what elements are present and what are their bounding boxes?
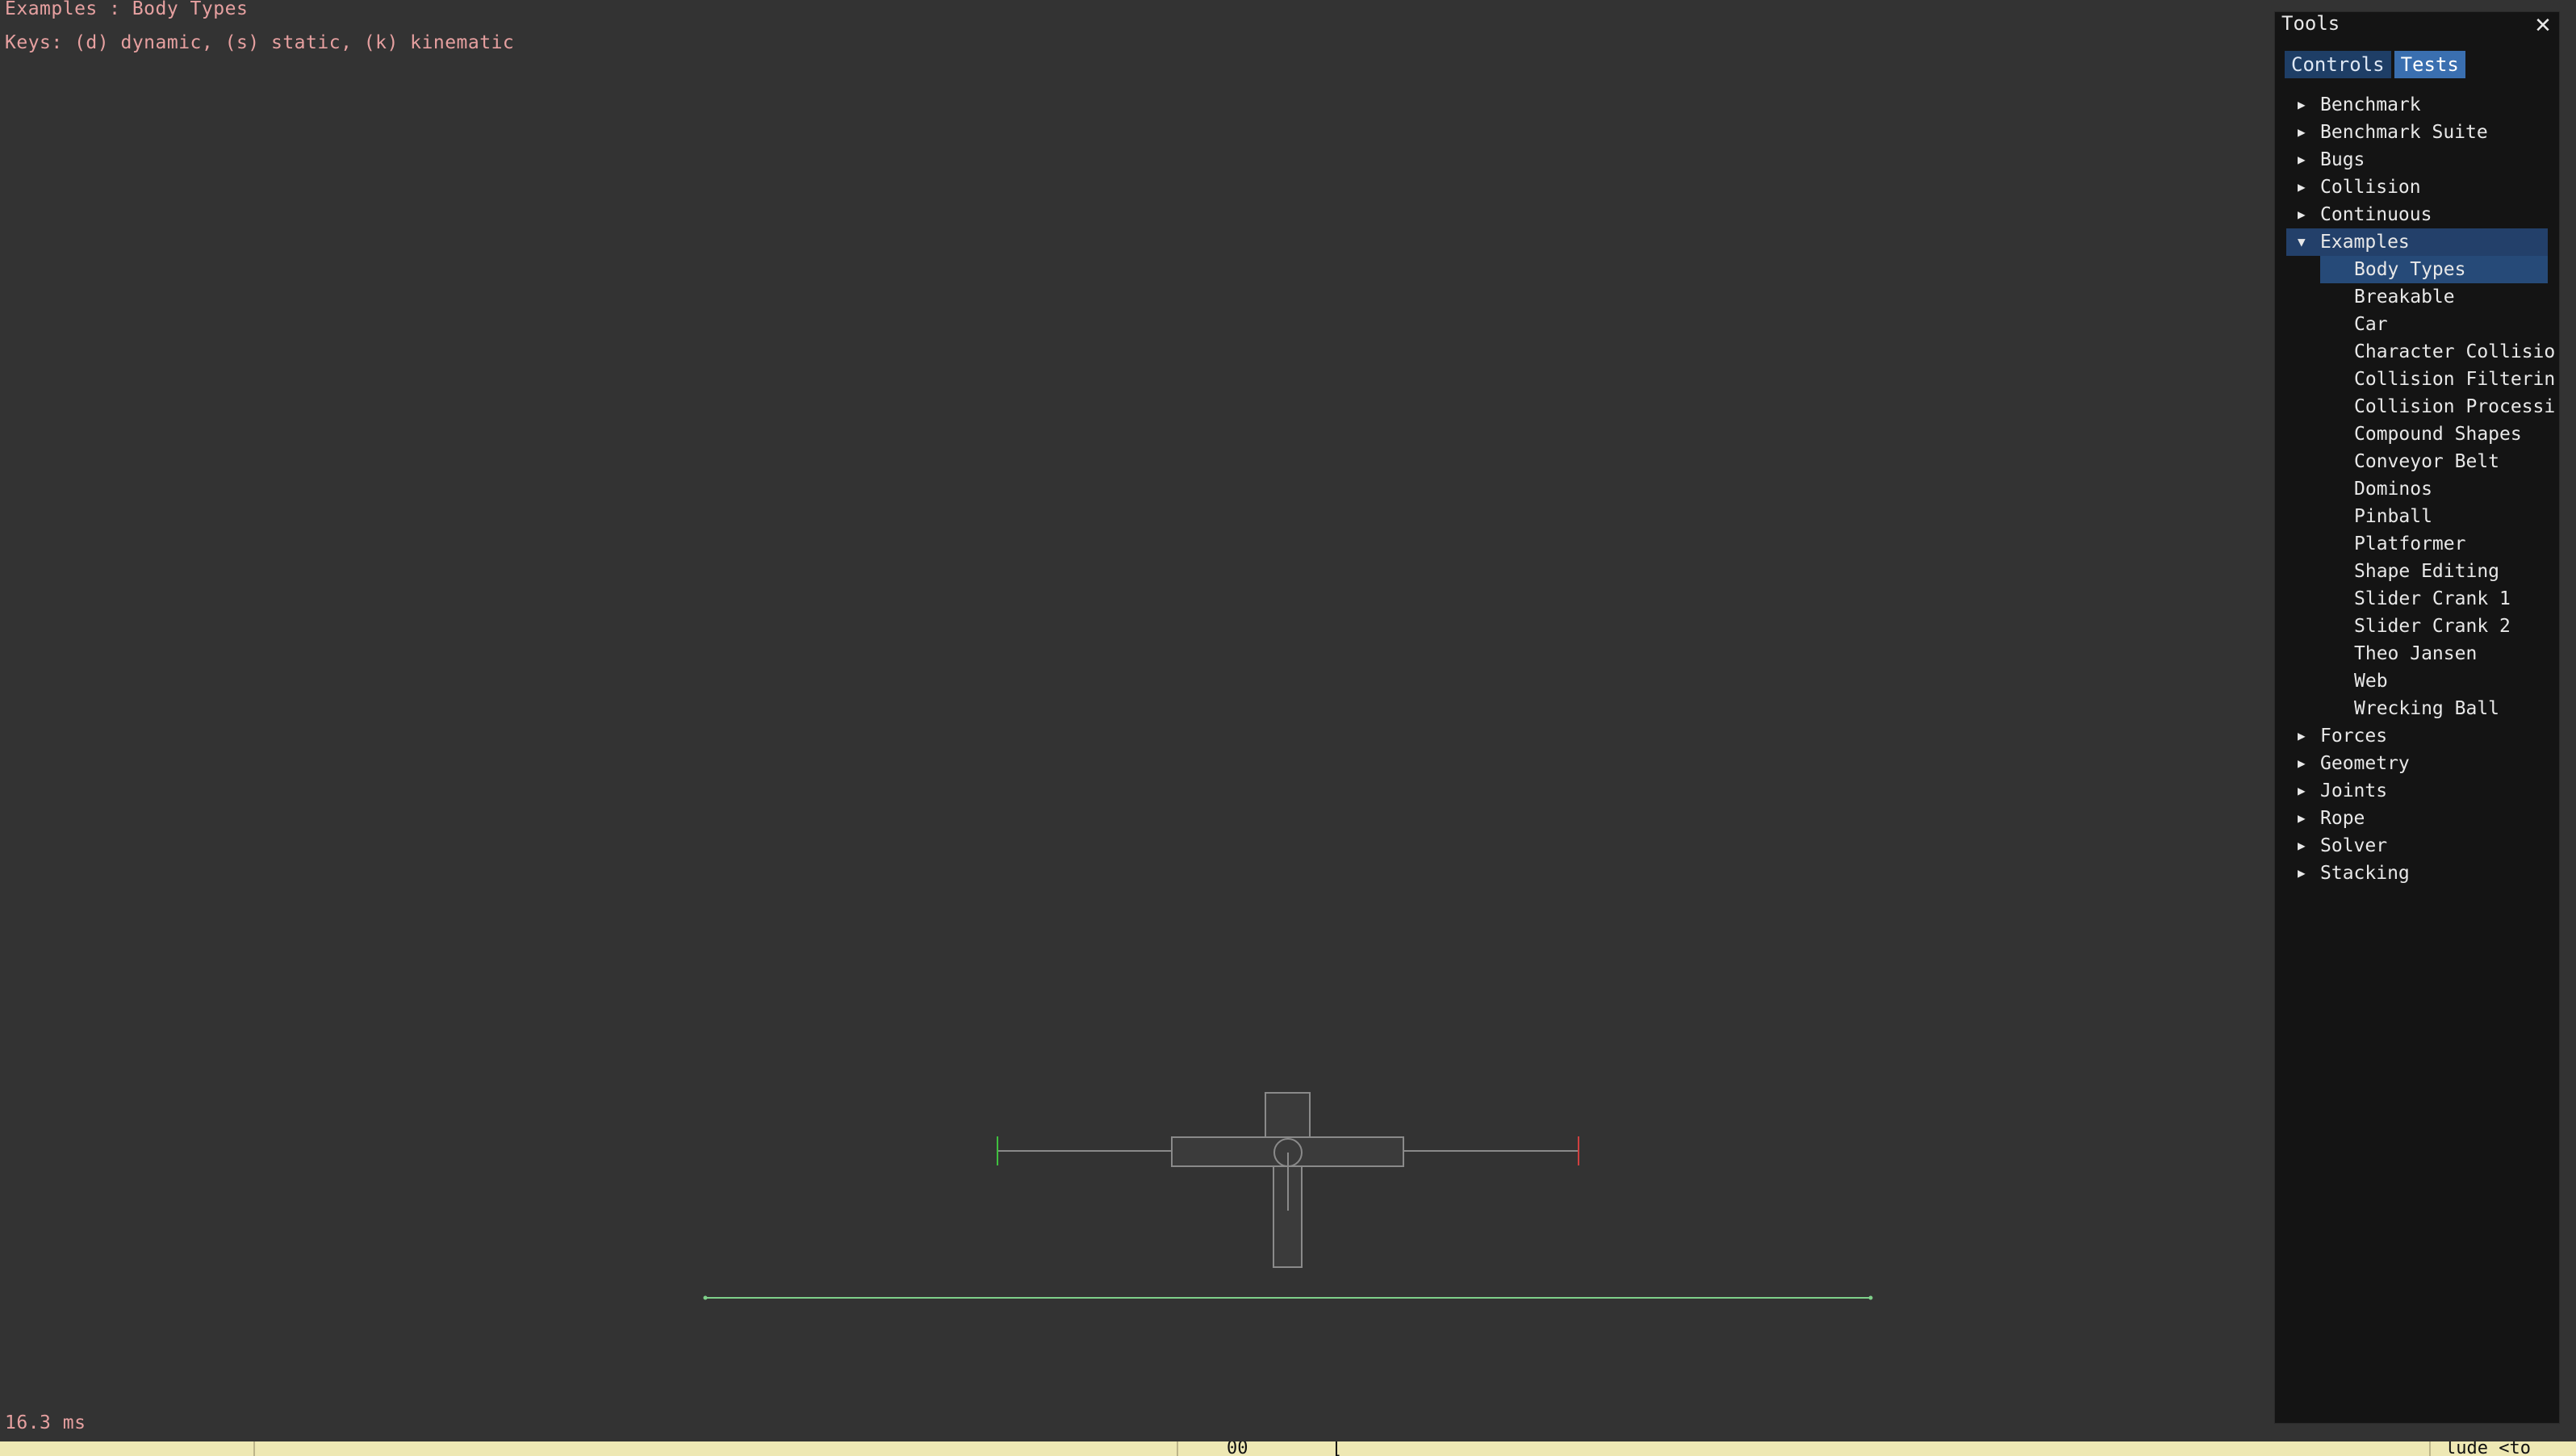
simulation-canvas[interactable] [0,0,2260,1445]
triangle-right-icon: ▶ [2298,783,2306,798]
tree-item-platformer[interactable]: Platformer [2275,530,2559,558]
close-icon[interactable]: ✕ [2530,7,2556,40]
strip-text: [ [1332,1441,1343,1456]
tab-controls[interactable]: Controls [2285,51,2391,78]
tree-category-label: Joints [2320,780,2388,801]
tree-item-dominos[interactable]: Dominos [2275,475,2559,503]
tree-category-label: Rope [2320,808,2365,829]
triangle-down-icon: ▼ [2298,234,2306,249]
tree-category-solver[interactable]: ▶ Solver [2275,832,2559,860]
tree-category-label: Forces [2320,726,2388,747]
tree-category-label: Collision [2320,177,2421,198]
tree-category-geometry[interactable]: ▶ Geometry [2275,750,2559,777]
triangle-right-icon: ▶ [2298,207,2306,222]
triangle-right-icon: ▶ [2298,97,2306,112]
tree-item-character-collisio[interactable]: Character Collisio [2275,338,2559,366]
tree-item-breakable[interactable]: Breakable [2275,283,2559,311]
tree-item-car[interactable]: Car [2275,311,2559,338]
triangle-right-icon: ▶ [2298,838,2306,853]
tools-panel-title: Tools [2281,12,2340,35]
tree-item-theo-jansen[interactable]: Theo Jansen [2275,640,2559,667]
triangle-right-icon: ▶ [2298,179,2306,195]
tree-category-joints[interactable]: ▶ Joints [2275,777,2559,805]
tree-item-web[interactable]: Web [2275,667,2559,695]
tree-category-label: Examples [2320,232,2410,253]
tree-item-wrecking-ball[interactable]: Wrecking Ball [2275,695,2559,722]
triangle-right-icon: ▶ [2298,810,2306,826]
tree-category-examples[interactable]: ▼ Examples [2286,228,2548,256]
tree-item-collision-filterin[interactable]: Collision Filterin [2275,366,2559,393]
tree-category-label: Benchmark Suite [2320,122,2488,143]
tab-tests[interactable]: Tests [2394,51,2465,78]
tree-item-compound-shapes[interactable]: Compound Shapes [2275,420,2559,448]
triangle-right-icon: ▶ [2298,152,2306,167]
tree-item-shape-editing[interactable]: Shape Editing [2275,558,2559,585]
tree-item-slider-crank-1[interactable]: Slider Crank 1 [2275,585,2559,613]
tests-tree: ▶ Benchmark ▶ Benchmark Suite ▶ Bugs ▶ Collisio… [2275,91,2559,887]
strip-separator [1177,1441,1178,1456]
tree-category-forces[interactable]: ▶ Forces [2275,722,2559,750]
tree-category-benchmark-suite[interactable]: ▶ Benchmark Suite [2275,119,2559,146]
tree-category-label: Benchmark [2320,94,2421,115]
tree-item-slider-crank-2[interactable]: Slider Crank 2 [2275,613,2559,640]
tree-item-body-types[interactable]: Body Types [2320,256,2548,283]
tree-category-bugs[interactable]: ▶ Bugs [2275,146,2559,174]
triangle-right-icon: ▶ [2298,728,2306,743]
tools-panel[interactable]: Tools ✕ Controls Tests ▶ Benchmark ▶ Benchma… [2274,8,2560,1424]
tree-category-label: Solver [2320,835,2388,856]
platform-top-box [1265,1092,1311,1138]
tree-category-label: Stacking [2320,863,2410,884]
tree-category-stacking[interactable]: ▶ Stacking [2275,860,2559,887]
background-window-strip: 00 [ lude <to [0,1441,2576,1456]
triangle-right-icon: ▶ [2298,755,2306,771]
tree-category-benchmark[interactable]: ▶ Benchmark [2275,91,2559,119]
ground-end-left [703,1295,708,1300]
tree-category-continuous[interactable]: ▶ Continuous [2275,201,2559,228]
triangle-right-icon: ▶ [2298,865,2306,881]
tools-tab-bar: Controls Tests [2285,51,2469,78]
tree-item-collision-processi[interactable]: Collision Processi [2275,393,2559,420]
triangle-right-icon: ▶ [2298,124,2306,140]
tree-item-pinball[interactable]: Pinball [2275,503,2559,530]
tree-item-conveyor-belt[interactable]: Conveyor Belt [2275,448,2559,475]
tree-category-rope[interactable]: ▶ Rope [2275,805,2559,832]
strip-text: 00 [1227,1441,1248,1456]
tree-category-collision[interactable]: ▶ Collision [2275,174,2559,201]
strip-separator [253,1441,255,1456]
tree-category-label: Continuous [2320,204,2432,225]
tree-category-label: Bugs [2320,149,2365,170]
tree-category-label: Geometry [2320,753,2410,774]
frame-time: 16.3 ms [5,1412,86,1433]
ground-end-right [1868,1295,1873,1300]
strip-separator [2429,1441,2431,1456]
strip-text: lude <to [2445,1441,2531,1456]
